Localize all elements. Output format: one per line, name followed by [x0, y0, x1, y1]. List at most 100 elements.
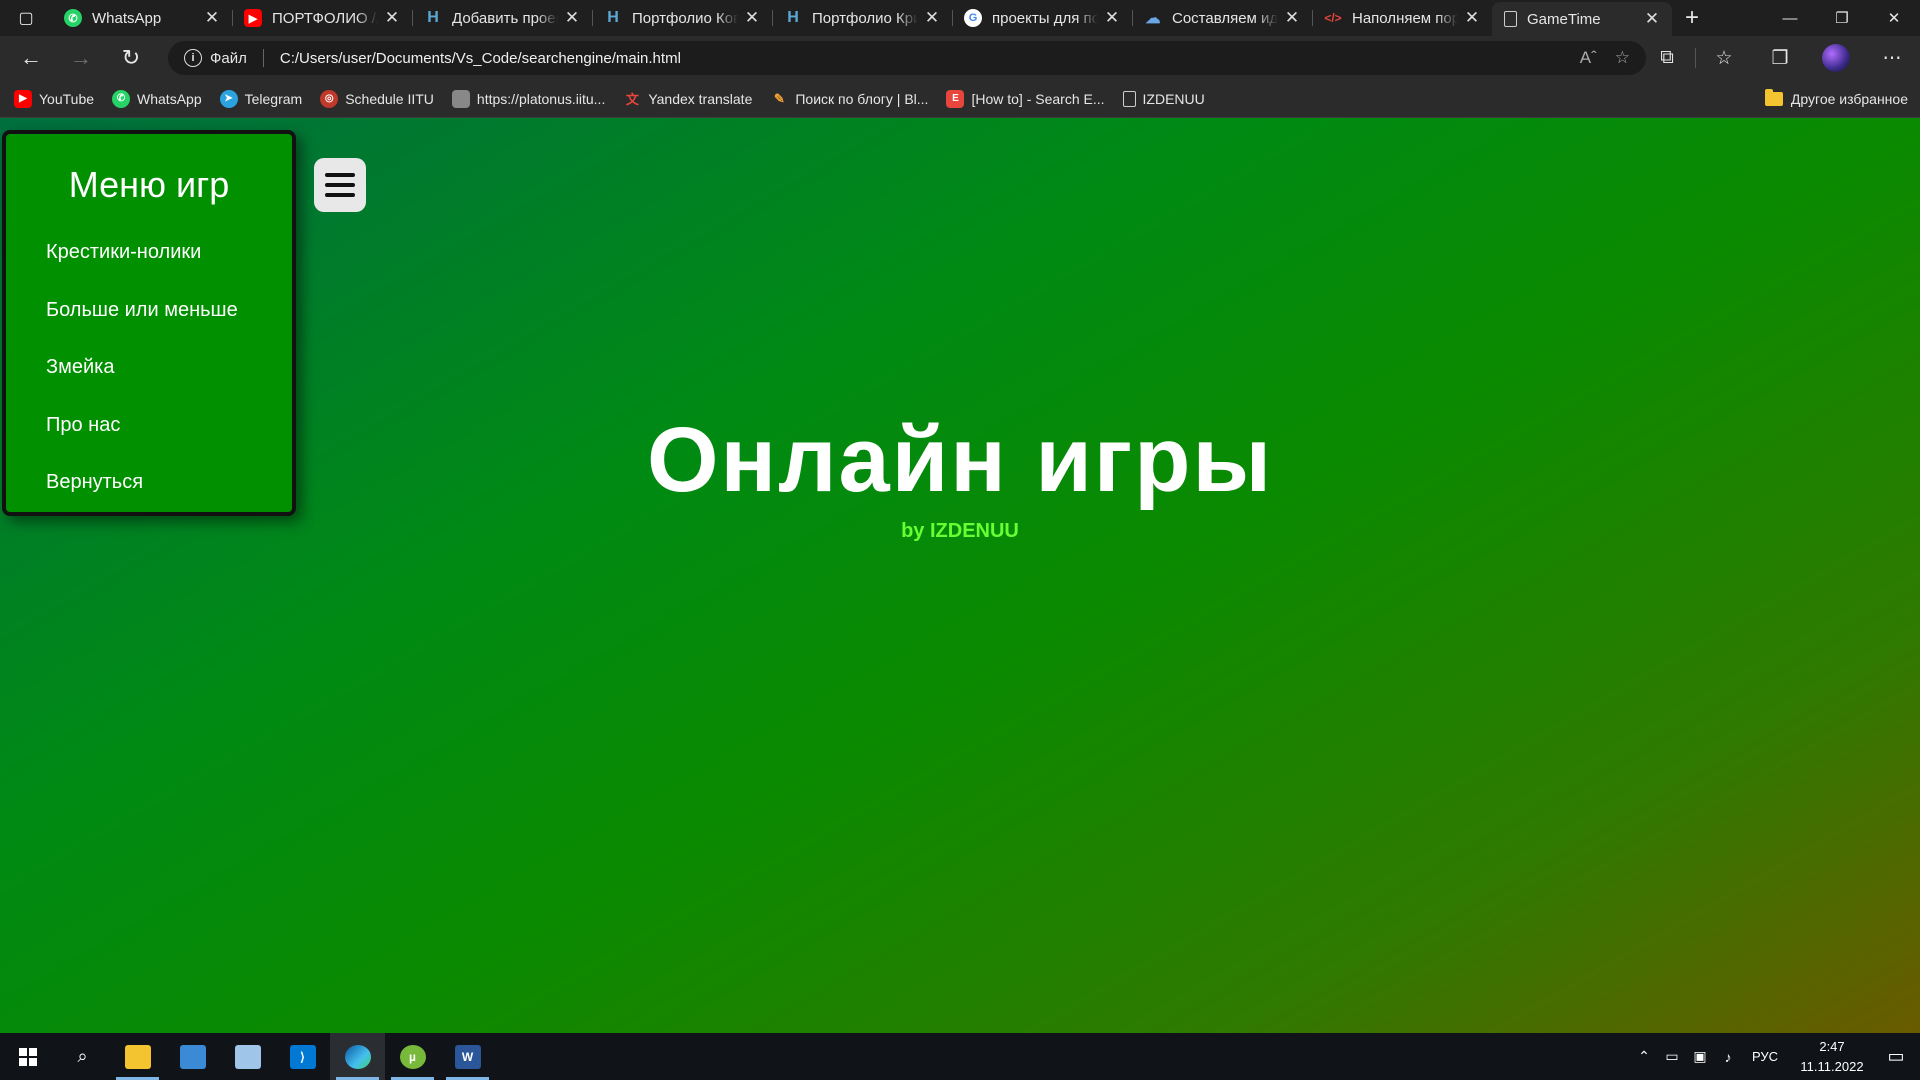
edge-app-icon	[344, 1044, 371, 1069]
clock[interactable]: 2:47 11.11.2022	[1792, 1037, 1872, 1077]
habr-icon: H	[787, 9, 799, 26]
folder-icon	[1764, 88, 1783, 106]
favorites-icon[interactable]: ☆	[1696, 36, 1752, 80]
tab-title: GameTime	[1527, 10, 1601, 28]
close-icon[interactable]: ✕	[382, 8, 402, 28]
bookmark-yandex-translate[interactable]: 文 Yandex translate	[623, 90, 753, 108]
tab-gametime[interactable]: GameTime ✕	[1492, 2, 1672, 36]
menu-item-higher-lower[interactable]: Больше или меньше	[6, 282, 292, 340]
close-icon[interactable]: ✕	[1282, 8, 1302, 28]
page-icon	[451, 89, 470, 108]
bookmark-telegram[interactable]: ➤ Telegram	[219, 89, 302, 108]
control-panel-icon[interactable]	[165, 1033, 220, 1080]
extensions-icon[interactable]: ⧉	[1639, 36, 1695, 80]
new-tab-button[interactable]: +	[1672, 4, 1712, 32]
file-explorer-icon[interactable]	[110, 1033, 165, 1080]
address-scheme-label: Файл	[210, 49, 247, 67]
vscode-icon[interactable]: ⟩	[275, 1033, 330, 1080]
bookmark-izdenuu[interactable]: IZDENUU	[1122, 90, 1205, 107]
bookmark-youtube[interactable]: ▶ YouTube	[14, 89, 95, 108]
windows-taskbar: ⌕ ⟩ µ W ⌃ ▭ ▣ ♪ РУС 2:47 11.11.2022 ▭	[0, 1033, 1920, 1080]
whatsapp-icon: ✆	[112, 89, 131, 108]
menu-item-snake[interactable]: Змейка	[6, 339, 292, 397]
bookmark-schedule[interactable]: ◎ Schedule IITU	[320, 89, 434, 108]
info-icon[interactable]: i	[184, 49, 202, 67]
close-icon[interactable]: ✕	[742, 8, 762, 28]
restore-icon[interactable]: ❐	[1816, 0, 1868, 36]
network-icon[interactable]: ▣	[1686, 1048, 1714, 1065]
search-engine-icon: E	[946, 89, 965, 108]
notepad-icon[interactable]	[220, 1033, 275, 1080]
close-icon[interactable]: ✕	[922, 8, 942, 28]
habr-icon: H	[607, 9, 619, 26]
code-icon: </>	[1324, 11, 1342, 25]
address-divider	[262, 49, 264, 67]
battery-icon[interactable]: ▭	[1658, 1048, 1686, 1065]
collections-icon[interactable]: ❐	[1752, 36, 1808, 80]
bookmark-platonus[interactable]: https://platonus.iitu...	[451, 89, 606, 108]
whatsapp-icon: ✆	[64, 9, 82, 27]
window-app-icon	[179, 1044, 206, 1069]
tab-fill-portfolio[interactable]: </> Наполняем портфолио ✕	[1312, 0, 1492, 36]
hamburger-line	[325, 193, 355, 197]
tab-whatsapp[interactable]: ✆ WhatsApp ✕	[52, 0, 232, 36]
vscode-app-icon: ⟩	[289, 1044, 316, 1069]
page-viewport: Меню игр Крестики-нолики Больше или мень…	[0, 118, 1920, 1033]
other-favorites[interactable]: Другое избранное	[1764, 88, 1908, 107]
blog-icon: ✎	[773, 90, 785, 106]
language-indicator[interactable]: РУС	[1752, 1049, 1778, 1064]
minimize-icon[interactable]: —	[1764, 0, 1816, 36]
close-icon[interactable]: ✕	[1102, 8, 1122, 28]
forward-icon[interactable]: →	[56, 36, 106, 80]
utorrent-icon[interactable]: µ	[385, 1033, 440, 1080]
bookmark-label: WhatsApp	[137, 90, 202, 107]
add-favorite-icon[interactable]: ☆	[1615, 48, 1630, 68]
habr-icon: H	[427, 9, 439, 26]
close-icon[interactable]: ✕	[202, 8, 222, 28]
other-favorites-label: Другое избранное	[1790, 90, 1908, 107]
address-url[interactable]: C:/Users/user/Documents/Vs_Code/searchen…	[280, 50, 681, 67]
bookmarks-bar: ▶ YouTube ✆ WhatsApp ➤ Telegram ◎ Schedu…	[0, 80, 1920, 118]
close-icon[interactable]: ✕	[562, 8, 582, 28]
bookmark-label: Yandex translate	[648, 90, 753, 107]
close-window-icon[interactable]: ✕	[1868, 0, 1920, 36]
more-options-icon[interactable]: ⋯	[1864, 36, 1920, 80]
page-icon	[1504, 11, 1517, 27]
profile-avatar[interactable]	[1808, 36, 1864, 80]
tab-ideal-portfolio[interactable]: ☁ Составляем идеальное ✕	[1132, 0, 1312, 36]
toolbar-right: ⧉ ☆ ❐ ⋯	[1639, 36, 1920, 80]
read-aloud-icon[interactable]: Aˆ	[1580, 48, 1597, 68]
edge-icon[interactable]	[330, 1033, 385, 1080]
address-bar[interactable]: i Файл C:/Users/user/Documents/Vs_Code/s…	[168, 41, 1646, 75]
tab-title: Портфолио Кривенко	[812, 9, 918, 27]
system-tray: ⌃ ▭ ▣ ♪ РУС 2:47 11.11.2022 ▭	[1630, 1033, 1920, 1080]
tab-title: Наполняем портфолио	[1352, 9, 1458, 27]
bookmark-label: Поиск по блогу | Bl...	[795, 90, 929, 107]
notepad-app-icon	[234, 1044, 261, 1069]
hamburger-menu-button[interactable]	[314, 158, 366, 212]
notifications-icon[interactable]: ▭	[1872, 1046, 1920, 1067]
tab-portfolio-kri[interactable]: H Портфолио Кривенко ✕	[772, 0, 952, 36]
chevron-up-icon[interactable]: ⌃	[1630, 1048, 1658, 1065]
tab-title: Портфолио Ковалёва	[632, 9, 738, 27]
bookmark-how-to[interactable]: E [How to] - Search E...	[946, 89, 1105, 108]
search-icon[interactable]: ⌕	[55, 1033, 110, 1080]
bookmark-blog-search[interactable]: ✎ Поиск по блогу | Bl...	[770, 90, 929, 108]
bookmark-whatsapp[interactable]: ✆ WhatsApp	[112, 89, 202, 108]
start-button[interactable]	[0, 1033, 55, 1080]
refresh-icon[interactable]: ↻	[106, 36, 156, 80]
word-icon[interactable]: W	[440, 1033, 495, 1080]
volume-icon[interactable]: ♪	[1714, 1049, 1742, 1065]
tab-actions-icon[interactable]: ▢	[0, 0, 52, 36]
tab-portfolio-youtube[interactable]: ▶ ПОРТФОЛИО // ✕	[232, 0, 412, 36]
menu-item-tic-tac-toe[interactable]: Крестики-нолики	[6, 224, 292, 282]
tab-google-search[interactable]: G проекты для портфолио ✕	[952, 0, 1132, 36]
bookmark-label: YouTube	[39, 90, 95, 107]
close-icon[interactable]: ✕	[1462, 8, 1482, 28]
close-icon[interactable]: ✕	[1642, 9, 1662, 29]
back-icon[interactable]: ←	[6, 36, 56, 80]
clock-date: 11.11.2022	[1800, 1058, 1864, 1074]
tab-portfolio-kov[interactable]: H Портфолио Ковалёва ✕	[592, 0, 772, 36]
bookmark-label: https://platonus.iitu...	[476, 90, 606, 107]
tab-add-project[interactable]: H Добавить проект ✕	[412, 0, 592, 36]
